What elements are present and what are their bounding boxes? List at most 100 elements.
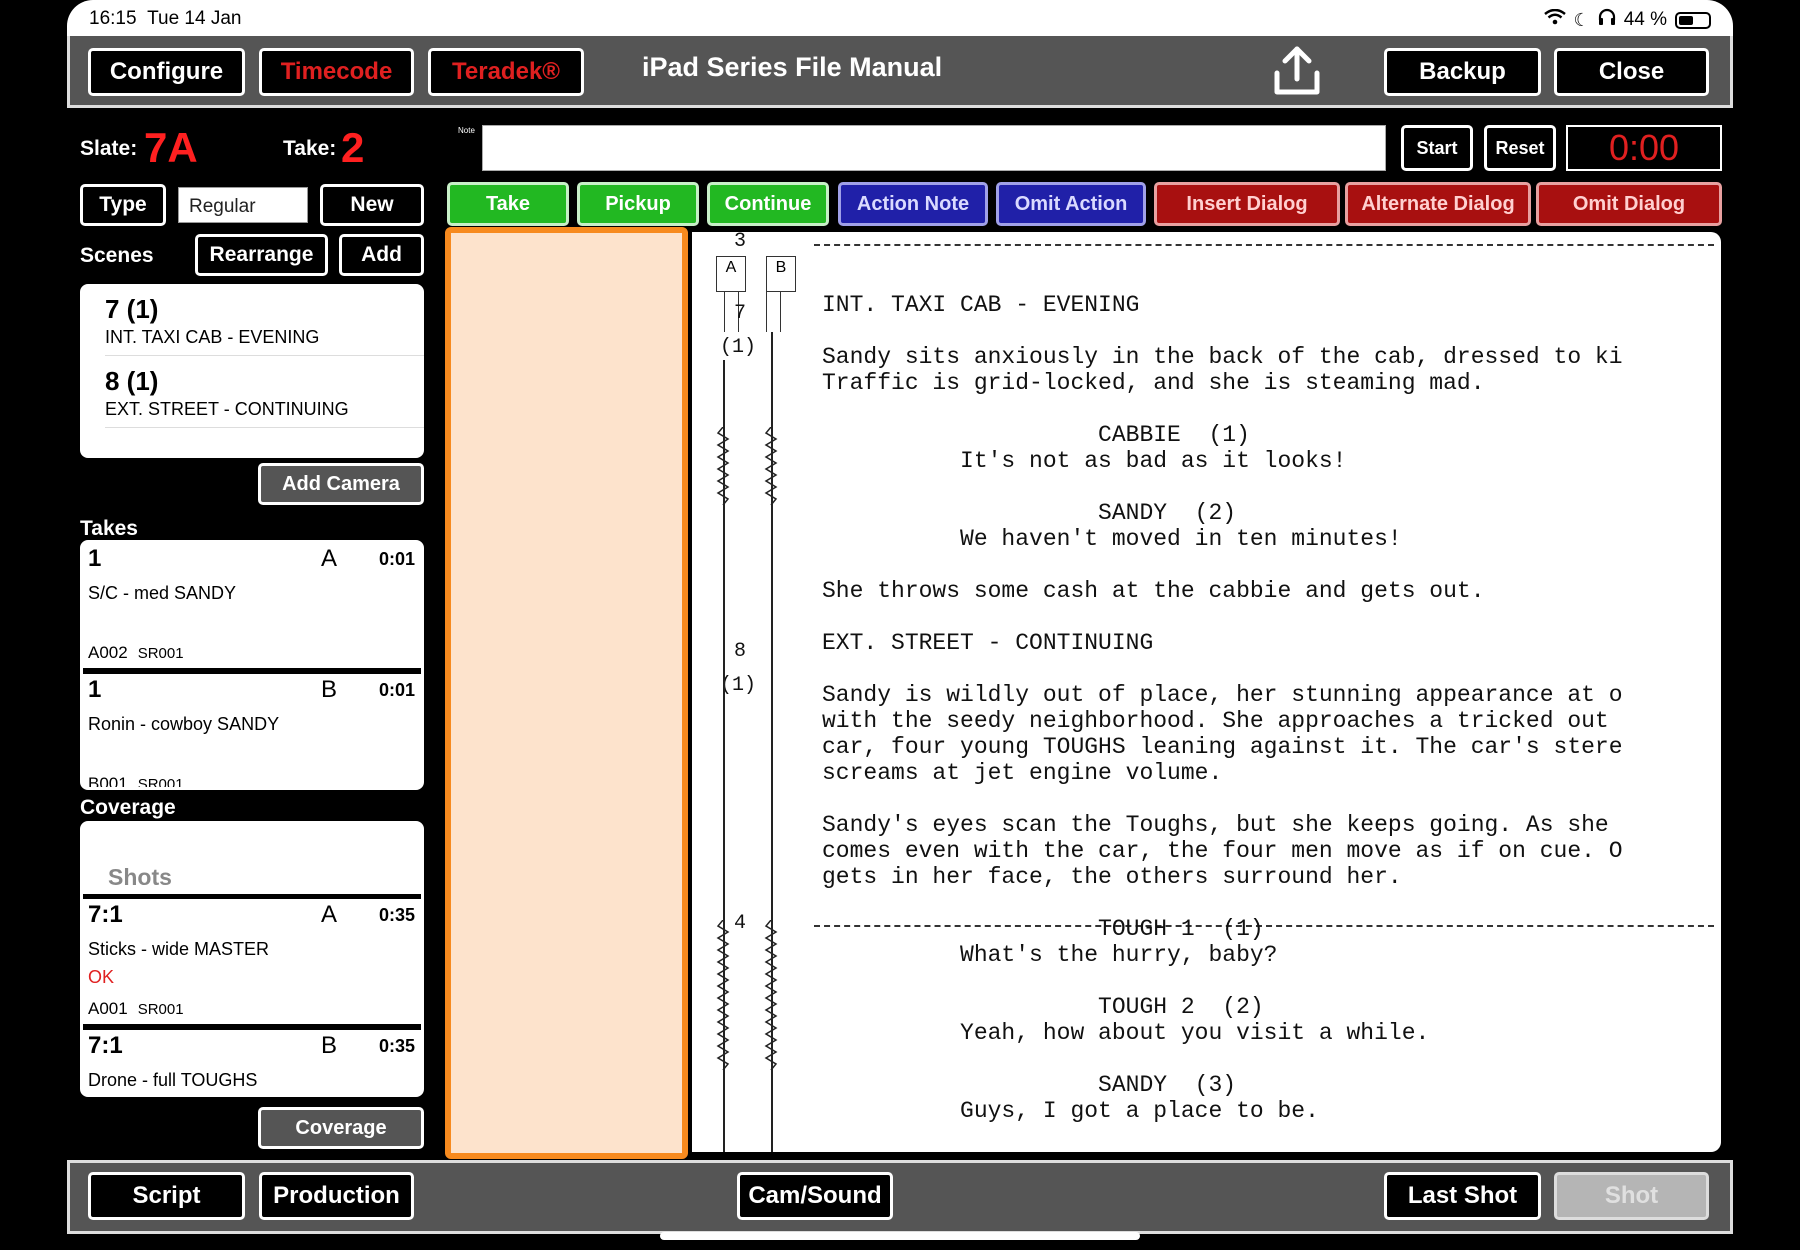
shot-card[interactable]: 7:1 A 0:35 Sticks - wide MASTER OK A001 S… xyxy=(83,894,421,1024)
script-line[interactable]: TOUGH 2 (2) xyxy=(822,994,1623,1020)
script-line[interactable]: Sandy sits anxiously in the back of the … xyxy=(822,344,1623,370)
script-line[interactable]: INT. TAXI CAB - EVENING xyxy=(822,292,1623,318)
scene-description: INT. TAXI CAB - EVENING xyxy=(105,327,320,347)
scene-8-number: 8 xyxy=(734,640,747,663)
script-line[interactable]: SANDY (2) xyxy=(822,500,1623,526)
add-scene-button[interactable]: Add xyxy=(339,234,424,276)
note-label: Note xyxy=(458,126,475,135)
status-time: 16:15 Tue 14 Jan xyxy=(89,8,241,30)
timer-display: 0:00 xyxy=(1566,125,1722,171)
reset-button[interactable]: Reset xyxy=(1484,125,1556,171)
script-line[interactable]: screams at jet engine volume. xyxy=(822,760,1623,786)
camera-a-marker[interactable]: A xyxy=(716,256,746,292)
script-line[interactable]: Sandy is wildly out of place, her stunni… xyxy=(822,682,1623,708)
start-button[interactable]: Start xyxy=(1401,125,1473,171)
configure-button[interactable]: Configure xyxy=(88,48,245,96)
action-note-button[interactable]: Action Note xyxy=(838,182,988,226)
script-line[interactable] xyxy=(822,604,1623,630)
cam-sound-tab-button[interactable]: Cam/Sound xyxy=(737,1172,893,1220)
continue-action-button[interactable]: Continue xyxy=(707,182,829,226)
script-line[interactable] xyxy=(822,786,1623,812)
script-line[interactable]: We haven't moved in ten minutes! xyxy=(822,526,1623,552)
script-line[interactable] xyxy=(822,474,1623,500)
script-line[interactable]: car, four young TOUGHS leaning against i… xyxy=(822,734,1623,760)
script-line[interactable]: gets in her face, the others surround he… xyxy=(822,864,1623,890)
pickup-action-button[interactable]: Pickup xyxy=(577,182,699,226)
camera-a-box-line xyxy=(724,292,725,332)
type-value-field[interactable]: Regular xyxy=(178,187,308,223)
timecode-button[interactable]: Timecode xyxy=(259,48,414,96)
shot-camera: A xyxy=(321,901,338,928)
last-shot-button[interactable]: Last Shot xyxy=(1384,1172,1541,1220)
take-action-button[interactable]: Take xyxy=(447,182,569,226)
rearrange-button[interactable]: Rearrange xyxy=(195,234,328,276)
clock-time: 16:15 xyxy=(89,8,137,29)
camera-a-label: A xyxy=(725,259,737,276)
slate-value[interactable]: 7A xyxy=(144,124,198,172)
script-line[interactable] xyxy=(822,968,1623,994)
script-tab-button[interactable]: Script xyxy=(88,1172,245,1220)
camera-roll: A002 xyxy=(88,643,128,662)
omit-action-button[interactable]: Omit Action xyxy=(996,182,1146,226)
page-break-line xyxy=(814,244,1714,246)
alternate-dialog-button[interactable]: Alternate Dialog xyxy=(1345,182,1531,226)
omit-dialog-button[interactable]: Omit Dialog xyxy=(1536,182,1722,226)
script-line[interactable]: What's the hurry, baby? xyxy=(822,942,1623,968)
slate-label: Slate: xyxy=(80,137,138,160)
script-line[interactable]: Yeah, how about you visit a while. xyxy=(822,1020,1623,1046)
script-line[interactable]: with the seedy neighborhood. She approac… xyxy=(822,708,1623,734)
script-line[interactable] xyxy=(822,890,1623,916)
script-line[interactable]: EXT. STREET - CONTINUING xyxy=(822,630,1623,656)
production-tab-button[interactable]: Production xyxy=(259,1172,414,1220)
shot-card[interactable]: 7:1 B 0:35 Drone - full TOUGHS xyxy=(83,1024,421,1094)
sound-roll: SR001 xyxy=(137,645,184,662)
script-line[interactable]: Sandy's eyes scan the Toughs, but she ke… xyxy=(822,812,1623,838)
shots-label: Shots xyxy=(108,864,172,890)
take-card[interactable]: 1 B 0:01 Ronin - cowboy SANDY B001 SR001 xyxy=(83,668,421,787)
scene-list-item[interactable]: 8 (1) EXT. STREET - CONTINUING xyxy=(105,366,424,428)
new-button[interactable]: New xyxy=(320,184,424,226)
take-value[interactable]: 2 xyxy=(341,124,364,172)
take-duration: 0:01 xyxy=(378,680,415,700)
scene-number: 8 (1) xyxy=(105,366,159,396)
coverage-button[interactable]: Coverage xyxy=(258,1107,424,1149)
backup-button[interactable]: Backup xyxy=(1384,48,1541,96)
insert-dialog-button[interactable]: Insert Dialog xyxy=(1154,182,1340,226)
page-number: 3 xyxy=(734,232,747,253)
script-line[interactable] xyxy=(822,656,1623,682)
shot-button[interactable]: Shot xyxy=(1554,1172,1709,1220)
close-button[interactable]: Close xyxy=(1554,48,1709,96)
takes-list: 1 A 0:01 S/C - med SANDY A002 SR001 1 B 0… xyxy=(80,540,424,790)
takes-label: Takes xyxy=(80,517,138,540)
script-line[interactable] xyxy=(822,396,1623,422)
off-camera-squiggle xyxy=(716,920,778,1071)
script-page[interactable]: 3 A B 7 (1) 8 (1) 4 INT. TAXI CAB - EVEN… xyxy=(692,232,1721,1152)
script-line[interactable] xyxy=(822,552,1623,578)
status-icons: ☾ 44 % xyxy=(1543,8,1711,32)
teradek-button[interactable]: Teradek® xyxy=(428,48,584,96)
take-card[interactable]: 1 A 0:01 S/C - med SANDY A002 SR001 xyxy=(83,543,421,668)
take-number: 1 xyxy=(88,545,102,572)
script-line[interactable] xyxy=(822,1046,1623,1072)
scene-list-item[interactable]: 7 (1) INT. TAXI CAB - EVENING xyxy=(105,294,424,356)
script-line[interactable] xyxy=(822,318,1623,344)
sound-roll: SR001 xyxy=(137,1001,184,1018)
script-line[interactable]: It's not as bad as it looks! xyxy=(822,448,1623,474)
scene-8-setup: (1) xyxy=(720,674,757,697)
script-line[interactable]: SANDY (3) xyxy=(822,1072,1623,1098)
script-line[interactable]: Guys, I got a place to be. xyxy=(822,1098,1623,1124)
add-camera-button[interactable]: Add Camera xyxy=(258,463,424,505)
script-line[interactable]: TOUGH 1 (1) xyxy=(822,916,1623,942)
script-line[interactable]: Traffic is grid-locked, and she is steam… xyxy=(822,370,1623,396)
moon-icon: ☾ xyxy=(1573,9,1590,30)
note-input[interactable] xyxy=(482,125,1386,171)
script-line[interactable]: CABBIE (1) xyxy=(822,422,1623,448)
script-line[interactable]: comes even with the car, the four men mo… xyxy=(822,838,1623,864)
coverage-list: Shots 7:1 A 0:35 Sticks - wide MASTER OK… xyxy=(80,821,424,1097)
camera-b-marker[interactable]: B xyxy=(766,256,796,292)
script-line[interactable]: She throws some cash at the cabbie and g… xyxy=(822,578,1623,604)
script-notes-column[interactable] xyxy=(445,227,688,1159)
take-number: 1 xyxy=(88,676,102,703)
upload-icon[interactable] xyxy=(1272,45,1322,97)
type-button[interactable]: Type xyxy=(80,184,166,226)
